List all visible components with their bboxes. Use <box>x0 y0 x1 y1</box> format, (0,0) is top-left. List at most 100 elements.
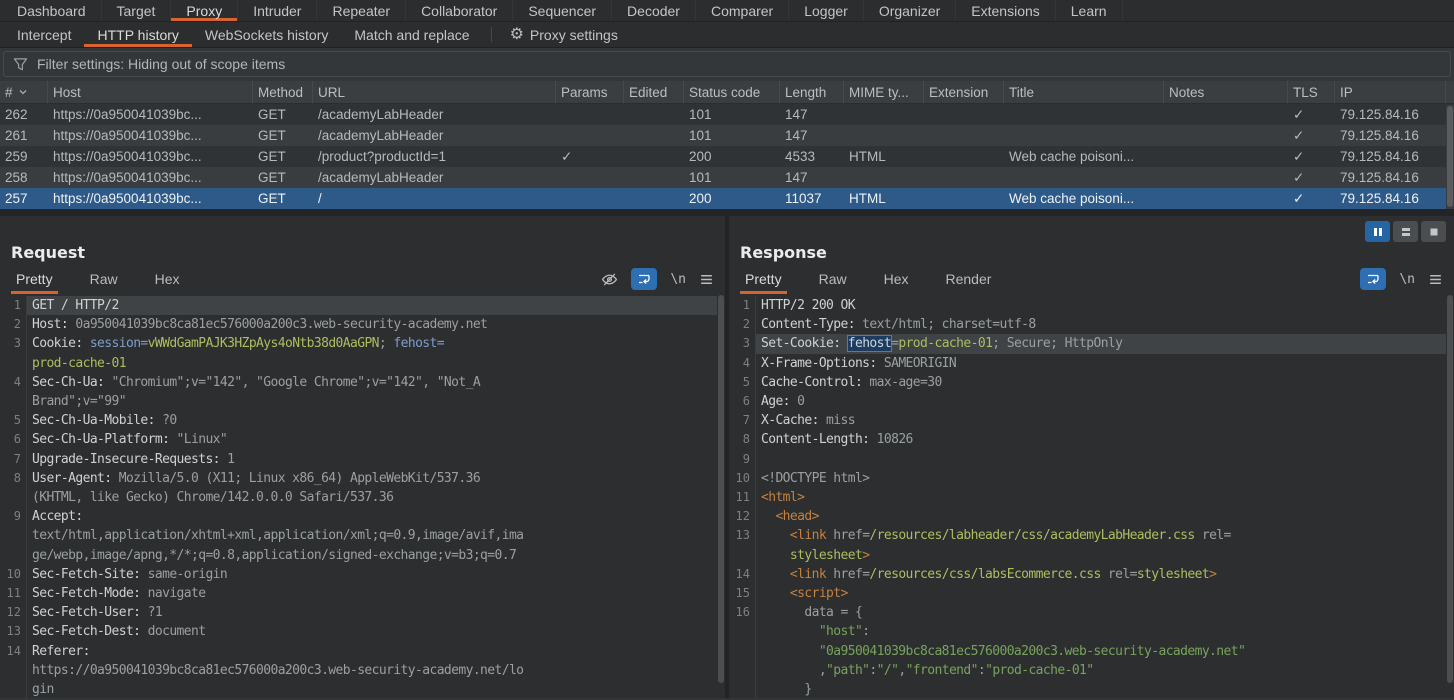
cell-params <box>556 125 624 146</box>
menu-item-sequencer[interactable]: Sequencer <box>513 0 612 21</box>
menu-item-dashboard[interactable]: Dashboard <box>2 0 102 21</box>
line-content: Cookie: session=vWWdGamPAJK3HZpAys4oNtb3… <box>26 334 725 353</box>
editor-menu-icon[interactable] <box>1428 272 1443 287</box>
menu-item-comparer[interactable]: Comparer <box>696 0 789 21</box>
cell-status-code: 101 <box>684 125 780 146</box>
table-row[interactable]: 258https://0a950041039bc...GET/academyLa… <box>0 167 1454 188</box>
menu-item-extensions[interactable]: Extensions <box>956 0 1055 21</box>
line-content: "host": <box>755 622 1454 641</box>
editor-line: 11<html> <box>729 488 1454 507</box>
response-scrollbar[interactable] <box>1446 294 1454 698</box>
layout-single-button[interactable] <box>1421 221 1446 242</box>
column-header-url[interactable]: URL <box>313 81 556 103</box>
cell-ip: 79.125.84.16 <box>1335 125 1446 146</box>
menu-item-organizer[interactable]: Organizer <box>864 0 956 21</box>
cell-edited <box>624 167 684 188</box>
filter-settings-bar[interactable]: Filter settings: Hiding out of scope ite… <box>3 51 1451 77</box>
column-header-notes[interactable]: Notes <box>1164 81 1288 103</box>
editor-line: 15 <script> <box>729 584 1454 603</box>
layout-rows-button[interactable] <box>1393 221 1418 242</box>
editor-line: 6Age: 0 <box>729 392 1454 411</box>
column-header-label: Extension <box>929 85 988 100</box>
menu-item-repeater[interactable]: Repeater <box>317 0 406 21</box>
tab-raw[interactable]: Raw <box>85 264 123 294</box>
sub-tab-intercept[interactable]: Intercept <box>4 22 84 47</box>
table-scrollbar-thumb[interactable] <box>1447 106 1453 207</box>
menu-item-decoder[interactable]: Decoder <box>612 0 696 21</box>
editor-line: } <box>729 680 1454 698</box>
table-row[interactable]: 262https://0a950041039bc...GET/academyLa… <box>0 104 1454 125</box>
tab-pretty[interactable]: Pretty <box>11 264 58 294</box>
column-header--[interactable]: # <box>0 81 48 103</box>
tab-raw[interactable]: Raw <box>814 264 852 294</box>
word-wrap-toggle[interactable] <box>631 268 657 290</box>
line-number: 6 <box>729 392 755 411</box>
column-header-tls[interactable]: TLS <box>1288 81 1335 103</box>
menu-item-intruder[interactable]: Intruder <box>238 0 317 21</box>
line-content: Content-Length: 10826 <box>755 430 1454 449</box>
table-row[interactable]: 261https://0a950041039bc...GET/academyLa… <box>0 125 1454 146</box>
sub-tab-match-and-replace[interactable]: Match and replace <box>341 22 482 47</box>
menu-item-learn[interactable]: Learn <box>1056 0 1123 21</box>
word-wrap-toggle[interactable] <box>1360 268 1386 290</box>
line-number: 3 <box>0 334 26 353</box>
response-pane-title: Response <box>740 243 1454 263</box>
sub-tab-websockets-history[interactable]: WebSockets history <box>192 22 341 47</box>
tab-pretty[interactable]: Pretty <box>740 264 787 294</box>
layout-columns-button[interactable] <box>1365 221 1390 242</box>
editor-line: 3Cookie: session=vWWdGamPAJK3HZpAys4oNtb… <box>0 334 725 353</box>
editor-line: 9 <box>729 450 1454 469</box>
rows-layout-icon <box>1399 225 1413 239</box>
table-row[interactable]: 259https://0a950041039bc...GET/product?p… <box>0 146 1454 167</box>
editor-menu-icon[interactable] <box>699 272 714 287</box>
cell-extension <box>924 167 1004 188</box>
tab-render[interactable]: Render <box>941 264 997 294</box>
column-header-ip[interactable]: IP <box>1335 81 1446 103</box>
table-row[interactable]: 257https://0a950041039bc...GET/20011037H… <box>0 188 1454 209</box>
menu-item-logger[interactable]: Logger <box>789 0 864 21</box>
cell-mime-ty- <box>844 167 924 188</box>
column-header-extension[interactable]: Extension <box>924 81 1004 103</box>
line-content: Sec-Fetch-User: ?1 <box>26 603 725 622</box>
menu-item-target[interactable]: Target <box>102 0 172 21</box>
cell-extension <box>924 146 1004 167</box>
cell-method: GET <box>253 104 313 125</box>
column-header-params[interactable]: Params <box>556 81 624 103</box>
column-header-mime-ty-[interactable]: MIME ty... <box>844 81 924 103</box>
column-header-status-code[interactable]: Status code <box>684 81 780 103</box>
line-number <box>729 661 755 680</box>
hide-nonprintable-icon[interactable] <box>601 271 618 288</box>
editor-line: 7Upgrade-Insecure-Requests: 1 <box>0 450 725 469</box>
menu-item-collaborator[interactable]: Collaborator <box>406 0 513 21</box>
show-newlines-toggle[interactable]: \n <box>670 272 686 287</box>
sub-tab-http-history[interactable]: HTTP history <box>84 22 191 47</box>
line-number: 2 <box>729 315 755 334</box>
column-header-host[interactable]: Host <box>48 81 253 103</box>
tab-hex[interactable]: Hex <box>150 264 185 294</box>
column-header-title[interactable]: Title <box>1004 81 1164 103</box>
editor-line: prod-cache-01 <box>0 354 725 373</box>
line-content: text/html,application/xhtml+xml,applicat… <box>26 526 725 545</box>
request-editor[interactable]: 1GET / HTTP/22Host: 0a950041039bc8ca81ec… <box>0 294 725 698</box>
line-content: Sec-Ch-Ua-Platform: "Linux" <box>26 430 725 449</box>
line-content: ,"path":"/","frontend":"prod-cache-01" <box>755 661 1454 680</box>
column-header-method[interactable]: Method <box>253 81 313 103</box>
show-newlines-toggle[interactable]: \n <box>1399 272 1415 287</box>
tab-hex[interactable]: Hex <box>879 264 914 294</box>
cell-mime-ty- <box>844 125 924 146</box>
cell-length: 147 <box>780 125 844 146</box>
menu-item-proxy[interactable]: Proxy <box>171 0 238 21</box>
line-content: HTTP/2 200 OK <box>755 296 1454 315</box>
table-scrollbar[interactable] <box>1446 105 1454 209</box>
line-number: 2 <box>0 315 26 334</box>
horizontal-splitter[interactable] <box>0 209 1454 216</box>
line-number: 15 <box>729 584 755 603</box>
request-scrollbar[interactable] <box>717 294 725 698</box>
gear-icon: ⚙ <box>510 27 524 43</box>
filter-settings-label: Filter settings: Hiding out of scope ite… <box>37 56 285 72</box>
proxy-settings-button[interactable]: ⚙ Proxy settings <box>500 22 628 47</box>
column-header-length[interactable]: Length <box>780 81 844 103</box>
response-editor[interactable]: 1HTTP/2 200 OK2Content-Type: text/html; … <box>729 294 1454 698</box>
cell-host: https://0a950041039bc... <box>48 167 253 188</box>
column-header-edited[interactable]: Edited <box>624 81 684 103</box>
